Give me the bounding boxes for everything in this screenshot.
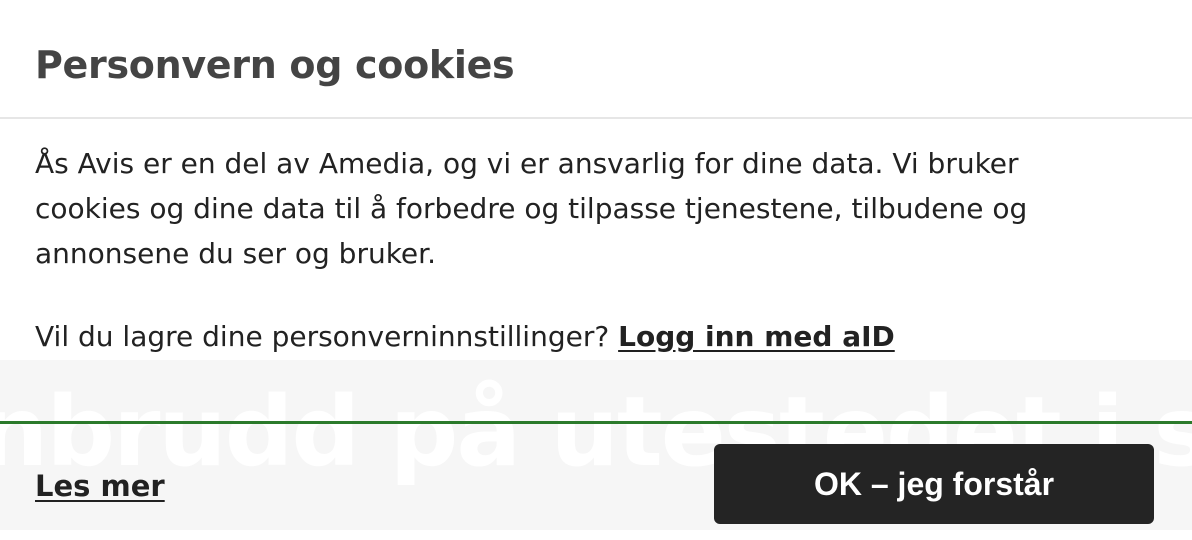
login-prompt-text: Vil du lagre dine personverninnstillinge…	[35, 320, 610, 353]
privacy-intro-text: Ås Avis er en del av Amedia, og vi er an…	[35, 147, 1028, 270]
dialog-body: Ås Avis er en del av Amedia, og vi er an…	[35, 141, 1155, 359]
dialog-footer: nbrudd på utestedet i sentrum Les mer OK…	[0, 360, 1192, 530]
accent-divider	[0, 421, 1192, 424]
login-with-aid-link[interactable]: Logg inn med aID	[618, 320, 895, 353]
cookie-consent-dialog: Personvern og cookies Ås Avis er en del …	[0, 0, 1192, 540]
dialog-title: Personvern og cookies	[35, 43, 515, 87]
bottom-strip	[0, 530, 1192, 540]
dialog-header: Personvern og cookies	[0, 0, 1192, 119]
login-prompt-line: Vil du lagre dine personverninnstillinge…	[35, 314, 1155, 359]
accept-cookies-button[interactable]: OK – jeg forstår	[714, 444, 1154, 524]
read-more-link[interactable]: Les mer	[35, 464, 165, 508]
